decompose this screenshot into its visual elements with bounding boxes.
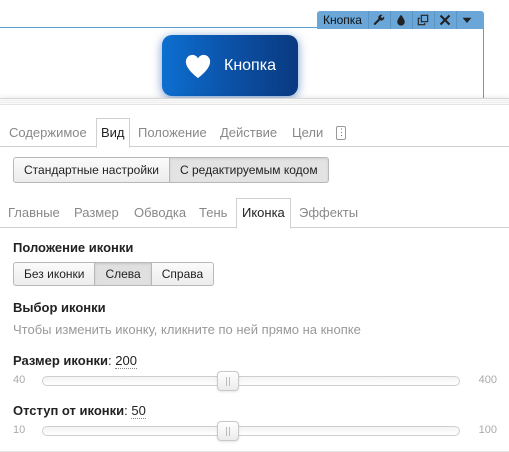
icon-position-group: Без иконки Слева Справа: [13, 262, 215, 286]
tab-goals[interactable]: Цели: [292, 121, 323, 147]
tab-view[interactable]: Вид: [96, 118, 130, 148]
icon-choice-hint: Чтобы изменить иконку, кликните по ней п…: [13, 322, 361, 337]
icon-size-value[interactable]: 200: [115, 353, 137, 369]
mode-toggle: Стандартные настройки С редактируемым ко…: [13, 157, 329, 183]
more-icon[interactable]: ⋮: [336, 126, 346, 140]
main-tabs: Содержимое Вид Положение Действие Цели ⋮: [0, 118, 509, 148]
chevron-down-icon[interactable]: [455, 11, 478, 29]
icon-offset-track[interactable]: [42, 421, 460, 441]
icon-size-max: 400: [478, 374, 497, 386]
delete-icon[interactable]: [433, 11, 456, 29]
drop-icon[interactable]: [389, 11, 412, 29]
preview-button-label: Кнопка: [224, 56, 276, 74]
tab-effects[interactable]: Эффекты: [299, 202, 358, 228]
no-icon-button[interactable]: Без иконки: [13, 262, 96, 286]
settings-panel: Содержимое Вид Положение Действие Цели ⋮…: [0, 98, 509, 452]
standard-settings-button[interactable]: Стандартные настройки: [13, 157, 170, 183]
sub-tabs: Главные Размер Обводка Тень Иконка Эффек…: [0, 198, 509, 229]
icon-offset-separator: :: [124, 403, 128, 418]
element-name-label[interactable]: Кнопка: [317, 11, 368, 29]
icon-size-track[interactable]: [42, 371, 460, 391]
icon-offset-title: Отступ от иконки: 50: [13, 403, 146, 419]
preview-button[interactable]: Кнопка: [162, 35, 298, 96]
icon-size-slider: 40 400: [13, 371, 497, 391]
icon-size-title: Размер иконки: 200: [13, 353, 137, 369]
icon-offset-min: 10: [13, 424, 26, 436]
tab-action[interactable]: Действие: [220, 121, 277, 147]
icon-position-title: Положение иконки: [13, 240, 134, 255]
tab-position[interactable]: Положение: [138, 121, 207, 147]
editor-canvas: Кнопка Кнопка: [0, 0, 509, 107]
editable-code-button[interactable]: С редактируемым кодом: [169, 157, 329, 183]
right-icon-button[interactable]: Справа: [150, 262, 215, 286]
duplicate-icon[interactable]: [411, 11, 434, 29]
wrench-icon[interactable]: [367, 11, 390, 29]
icon-choice-title: Выбор иконки: [13, 300, 106, 315]
tab-stroke[interactable]: Обводка: [134, 202, 186, 228]
tab-icon[interactable]: Иконка: [236, 198, 291, 229]
icon-size-min: 40: [13, 374, 26, 386]
icon-offset-thumb[interactable]: [216, 421, 239, 441]
tab-main[interactable]: Главные: [8, 202, 60, 228]
tab-shadow[interactable]: Тень: [199, 202, 227, 228]
icon-offset-value[interactable]: 50: [131, 403, 146, 419]
icon-offset-max: 100: [478, 424, 497, 436]
tab-size[interactable]: Размер: [74, 202, 119, 228]
panel-resize-handle[interactable]: [0, 99, 509, 105]
icon-size-thumb[interactable]: [216, 371, 239, 391]
heart-icon[interactable]: [184, 53, 212, 79]
left-icon-button[interactable]: Слева: [94, 262, 152, 286]
tab-content[interactable]: Содержимое: [9, 121, 87, 147]
icon-size-label: Размер иконки: [13, 353, 109, 368]
icon-offset-label: Отступ от иконки: [13, 403, 125, 418]
icon-size-separator: :: [108, 353, 112, 368]
icon-offset-slider: 10 100: [13, 421, 497, 441]
element-toolbar: Кнопка: [317, 11, 484, 29]
